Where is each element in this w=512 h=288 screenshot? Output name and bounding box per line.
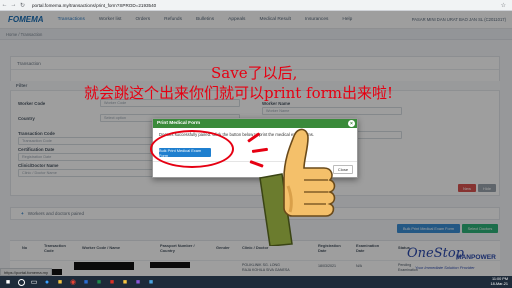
reload-icon[interactable]: ↻: [18, 1, 27, 10]
address-bar[interactable]: portal.fomema.my/transactions/print_form…: [32, 3, 501, 8]
search-icon[interactable]: [16, 277, 26, 287]
system-clock[interactable]: 11:00 PM 18-Mar-21: [490, 277, 508, 287]
app-icon[interactable]: ■: [133, 277, 143, 287]
edge-icon[interactable]: ●: [42, 277, 52, 287]
onestop-manpower-logo: OneStop MANPOWER Your Immediate Solution…: [407, 246, 511, 276]
annotation-line-2: 就会跳这个出来你们就可以print form出来啦!: [84, 84, 394, 102]
photos-icon[interactable]: ■: [146, 277, 156, 287]
back-icon[interactable]: ←: [0, 1, 9, 10]
logo-tagline: Your Immediate Solution Provider: [415, 265, 475, 270]
highlight-circle: [150, 130, 234, 168]
clock-date: 18-Mar-21: [490, 281, 508, 286]
excel-icon[interactable]: ■: [94, 277, 104, 287]
windows-start-icon[interactable]: ■: [3, 277, 13, 287]
chrome-icon[interactable]: ◉: [68, 277, 78, 287]
task-view-icon[interactable]: ▭: [29, 277, 39, 287]
modal-title: Print Medical Form: [157, 121, 201, 126]
browser-url-bar: ← → ↻ portal.fomema.my/transactions/prin…: [0, 0, 512, 11]
pdf-icon[interactable]: ■: [107, 277, 117, 287]
word-icon[interactable]: ■: [81, 277, 91, 287]
windows-taskbar: ■ ▭ ● ■ ◉ ■ ■ ■ ■ ■ ■ 11:00 PM 18-Mar-21: [0, 276, 512, 288]
close-icon[interactable]: ×: [348, 120, 355, 127]
folder-icon[interactable]: ■: [120, 277, 130, 287]
star-icon[interactable]: ☆: [501, 2, 506, 9]
forward-icon[interactable]: →: [9, 1, 18, 10]
annotation-line-1: Save了以后,: [211, 64, 298, 82]
file-explorer-icon[interactable]: ■: [55, 277, 65, 287]
thumbs-up-icon: [232, 116, 342, 247]
logo-text-manpower: MANPOWER: [456, 254, 496, 261]
